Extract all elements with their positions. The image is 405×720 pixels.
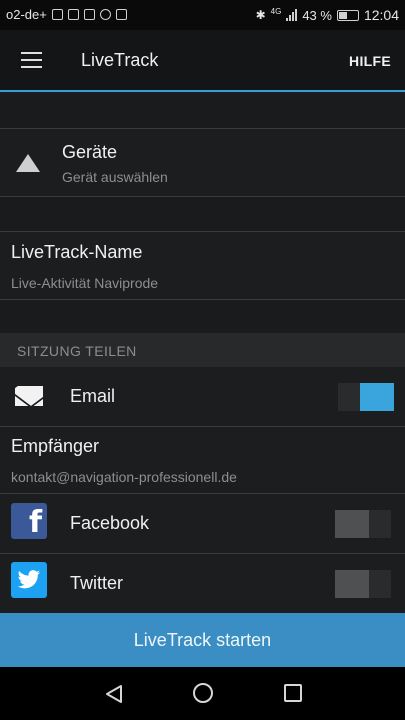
email-label: Email bbox=[70, 386, 116, 406]
devices-row[interactable]: Geräte Gerät auswählen bbox=[0, 129, 405, 197]
email-toggle[interactable] bbox=[338, 383, 394, 411]
network-type: 4G bbox=[270, 7, 282, 16]
recipient-label: Empfänger bbox=[11, 436, 100, 456]
email-row[interactable]: Email bbox=[0, 367, 405, 427]
start-livetrack-button[interactable]: LiveTrack starten bbox=[0, 613, 405, 667]
clock: 12:04 bbox=[363, 7, 399, 23]
back-icon[interactable] bbox=[104, 684, 124, 704]
facebook-icon: f bbox=[11, 503, 47, 539]
livetrack-name-label: LiveTrack-Name bbox=[11, 242, 143, 262]
status-left: o2-de+ bbox=[6, 7, 127, 22]
spacer bbox=[0, 197, 405, 232]
facebook-toggle[interactable] bbox=[335, 510, 391, 538]
menu-icon[interactable] bbox=[21, 52, 42, 68]
lock-notification-icon bbox=[83, 9, 95, 20]
home-icon[interactable] bbox=[193, 683, 213, 703]
twitter-label: Twitter bbox=[70, 573, 124, 593]
recent-apps-icon[interactable] bbox=[284, 684, 302, 702]
spacer bbox=[0, 300, 405, 333]
status-right: ✱ 4G 43 % 12:04 bbox=[256, 7, 399, 23]
sync-icon bbox=[99, 9, 111, 20]
livetrack-name-row[interactable]: LiveTrack-Name Live-Aktivität Naviprode bbox=[0, 232, 405, 300]
help-button[interactable]: HILFE bbox=[349, 53, 391, 69]
twitter-row[interactable]: Twitter bbox=[0, 554, 405, 613]
battery-percent: 43 % bbox=[302, 7, 332, 23]
app-bar: LiveTrack HILFE bbox=[0, 30, 405, 92]
system-nav-bar bbox=[0, 667, 405, 720]
recipient-row[interactable]: Empfänger kontakt@navigation-professione… bbox=[0, 427, 405, 494]
facebook-row[interactable]: f Facebook bbox=[0, 494, 405, 554]
twitter-icon bbox=[11, 562, 47, 598]
battery-icon bbox=[336, 9, 359, 21]
keyboard-notification-icon bbox=[67, 9, 79, 20]
twitter-toggle[interactable] bbox=[335, 570, 391, 598]
signal-icon bbox=[286, 9, 298, 21]
mail-icon bbox=[15, 386, 43, 406]
lock-icon bbox=[115, 9, 127, 20]
carrier-name: o2-de+ bbox=[6, 7, 47, 22]
share-session-title: SITZUNG TEILEN bbox=[17, 343, 137, 359]
page-title: LiveTrack bbox=[81, 50, 159, 70]
recipient-value: kontakt@navigation-professionell.de bbox=[11, 469, 237, 485]
spacer bbox=[0, 94, 405, 129]
status-bar: o2-de+ ✱ 4G 43 % 12:04 bbox=[0, 0, 405, 30]
devices-title: Geräte bbox=[62, 142, 118, 162]
warning-triangle-icon bbox=[16, 154, 40, 172]
bluetooth-icon: ✱ bbox=[255, 8, 266, 22]
livetrack-name-value: Live-Aktivität Naviprode bbox=[11, 275, 159, 291]
facebook-label: Facebook bbox=[70, 513, 150, 533]
devices-subtitle: Gerät auswählen bbox=[62, 169, 168, 185]
image-notification-icon bbox=[51, 9, 63, 20]
share-session-header: SITZUNG TEILEN bbox=[0, 333, 405, 367]
